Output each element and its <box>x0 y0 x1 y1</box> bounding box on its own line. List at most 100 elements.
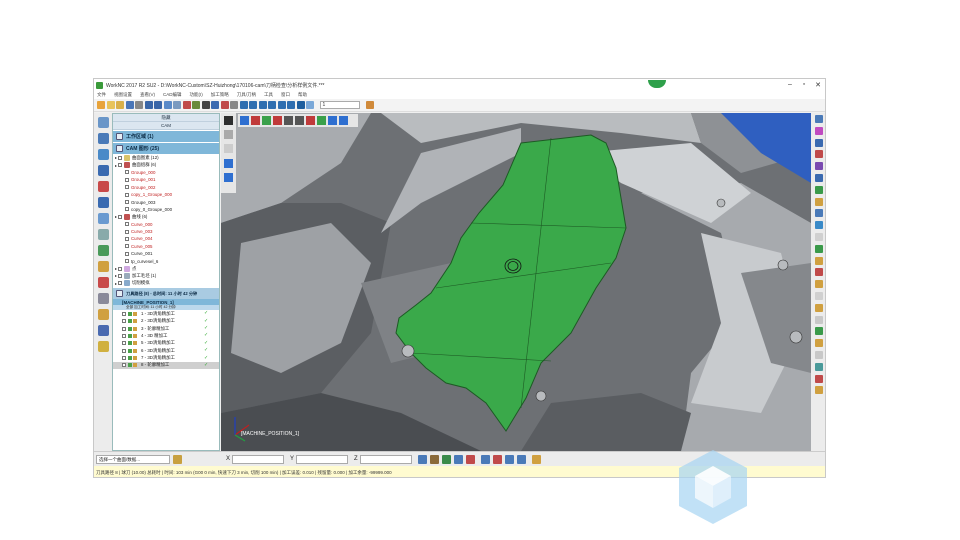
snap-center-icon[interactable] <box>453 454 463 464</box>
snap-icon[interactable] <box>429 454 439 464</box>
camera-icon[interactable] <box>230 101 238 109</box>
workzone-header[interactable]: 工作区域 (1) <box>113 131 219 142</box>
visibility-checkbox[interactable] <box>118 155 123 160</box>
toolpath-row[interactable]: 3 - 轮廓精加工 ✓ <box>113 325 219 332</box>
menu-cad-edit[interactable]: CAD编辑 <box>163 92 182 98</box>
tree-item[interactable]: ▸ 曲面图素 (12) <box>113 154 219 161</box>
strategy-icon[interactable] <box>97 245 109 256</box>
save-icon[interactable] <box>125 101 134 109</box>
grid-icon[interactable] <box>163 101 172 109</box>
measure-icon[interactable] <box>182 101 191 109</box>
expand-arrow-icon[interactable]: ▸ <box>115 281 117 286</box>
shading-icon[interactable] <box>224 159 233 168</box>
machining-tool-icon[interactable] <box>815 303 823 312</box>
machining-tool-icon[interactable] <box>815 185 823 194</box>
visibility-checkbox[interactable] <box>118 273 123 278</box>
expand-arrow-icon[interactable]: ▸ <box>115 214 117 219</box>
menu-tools[interactable]: 工具 <box>264 92 273 98</box>
menu-strategies[interactable]: 加工策略 <box>211 92 229 98</box>
view-iso3-icon[interactable] <box>328 116 337 125</box>
toolpath-row[interactable]: 6 - 3D清角精加工 ✓ <box>113 347 219 354</box>
machining-tool-icon[interactable] <box>815 256 823 265</box>
menu-tools-holders[interactable]: 刀具/刀柄 <box>237 92 256 98</box>
color-icon[interactable] <box>492 454 502 464</box>
tree-item[interactable]: ▸ 点 <box>113 265 219 272</box>
machining-tool-icon[interactable] <box>815 339 823 348</box>
redo-icon[interactable] <box>154 101 162 109</box>
part-model[interactable]: [MACHINE_POSITION_1] <box>221 113 811 451</box>
strategy-icon[interactable] <box>97 277 109 288</box>
view-iso4-icon[interactable] <box>339 116 348 125</box>
visibility-checkbox[interactable] <box>118 163 123 168</box>
menu-window[interactable]: 窗口 <box>281 92 290 98</box>
machining-tool-icon[interactable] <box>815 209 823 218</box>
print-icon[interactable] <box>135 101 143 109</box>
view-right-icon[interactable] <box>262 116 271 125</box>
strategy-icon[interactable] <box>97 341 109 352</box>
tree-item[interactable]: Curve_000 <box>113 221 219 228</box>
toolpath-row[interactable]: 7 - 3D清角精加工 ✓ <box>113 354 219 361</box>
open-folder-icon[interactable] <box>106 101 115 109</box>
expand-arrow-icon[interactable]: ▸ <box>115 163 117 168</box>
tree-item[interactable]: copy_0_Groupe_000 <box>113 206 219 213</box>
strategy-icon[interactable] <box>97 309 109 320</box>
layer-icon[interactable] <box>480 454 490 464</box>
snap-mid-icon[interactable] <box>441 454 451 464</box>
strategy-icon[interactable] <box>97 293 109 304</box>
machining-tool-icon[interactable] <box>815 280 823 289</box>
tree-item[interactable]: Curve_004 <box>113 235 219 242</box>
menu-view[interactable]: 查看(V) <box>140 92 155 98</box>
machining-tool-icon[interactable] <box>815 362 823 371</box>
new-file-icon[interactable] <box>97 101 105 109</box>
tree-item[interactable]: copy_1_Groupe_000 <box>113 191 219 198</box>
machining-tool-icon[interactable] <box>815 386 823 395</box>
view-iso2-icon[interactable] <box>317 116 326 125</box>
strategy-icon[interactable] <box>97 197 109 208</box>
machining-tool-icon[interactable] <box>815 232 823 241</box>
view-cube-icon[interactable] <box>224 130 233 139</box>
strategy-icon[interactable] <box>97 165 109 176</box>
toolpath-row[interactable]: 2 - 3D清角精加工 ✓ <box>113 317 219 324</box>
wireframe-icon[interactable] <box>224 144 233 153</box>
visibility-checkbox[interactable] <box>125 170 129 175</box>
machining-tool-icon[interactable] <box>815 115 823 123</box>
machining-tool-icon[interactable] <box>815 126 823 135</box>
tree-item[interactable]: ▸ 加工毛坯 (1) <box>113 272 219 279</box>
toolpath-row[interactable]: 1 - 3D清角精加工 ✓ <box>113 310 219 317</box>
menu-file[interactable]: 文件 <box>97 92 106 98</box>
z-input[interactable] <box>359 454 412 464</box>
visibility-checkbox[interactable] <box>122 311 126 316</box>
x-input[interactable] <box>232 454 285 464</box>
visibility-checkbox[interactable] <box>122 356 126 361</box>
visibility-checkbox[interactable] <box>125 259 129 264</box>
strategy-icon[interactable] <box>97 325 109 336</box>
view-back-icon[interactable] <box>284 116 293 125</box>
expand-arrow-icon[interactable]: ▸ <box>115 155 117 160</box>
visibility-checkbox[interactable] <box>118 281 123 286</box>
strategy-icon[interactable] <box>97 133 109 144</box>
shaded-view-icon[interactable] <box>211 101 219 109</box>
tab-hide[interactable]: 隐藏 <box>113 114 219 122</box>
expand-arrow-icon[interactable]: ▸ <box>115 273 117 278</box>
view-iso-icon[interactable] <box>306 116 315 125</box>
view-left-icon[interactable] <box>273 116 282 125</box>
zoom-window-icon[interactable] <box>268 101 276 109</box>
visibility-checkbox[interactable] <box>125 200 129 205</box>
machining-tool-icon[interactable] <box>815 173 823 182</box>
machining-tool-icon[interactable] <box>815 150 823 159</box>
machining-tool-icon[interactable] <box>815 291 823 300</box>
visibility-checkbox[interactable] <box>125 192 129 197</box>
machining-tool-icon[interactable] <box>815 350 823 359</box>
tree-item[interactable]: Groupe_003 <box>113 198 219 205</box>
grid-snap-icon[interactable] <box>531 454 541 464</box>
tree-item[interactable]: Curve_005 <box>113 243 219 250</box>
3d-viewport[interactable]: [MACHINE_POSITION_1] <box>221 113 811 451</box>
zoom-out-icon[interactable] <box>249 101 257 109</box>
view-bottom-icon[interactable] <box>295 116 304 125</box>
expand-arrow-icon[interactable]: ▸ <box>115 266 117 271</box>
machining-tool-icon[interactable] <box>815 374 823 383</box>
undo-icon[interactable] <box>144 101 153 109</box>
menu-view-settings[interactable]: 视图设置 <box>114 92 132 98</box>
visibility-checkbox[interactable] <box>125 229 129 234</box>
visibility-checkbox[interactable] <box>125 251 129 256</box>
